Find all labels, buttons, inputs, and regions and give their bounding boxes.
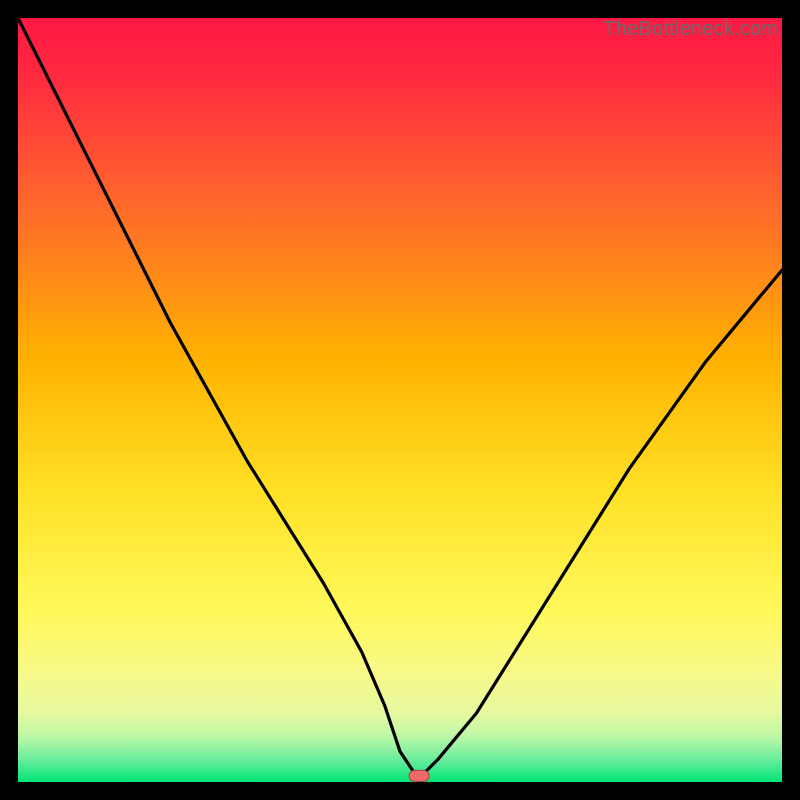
- watermark-text: TheBottleneck.com: [603, 18, 778, 41]
- chart-svg: [18, 18, 782, 782]
- gradient-bg: [18, 18, 782, 782]
- optimal-marker: [409, 770, 429, 781]
- plot-area: [18, 18, 782, 782]
- chart-frame: TheBottleneck.com: [18, 18, 782, 782]
